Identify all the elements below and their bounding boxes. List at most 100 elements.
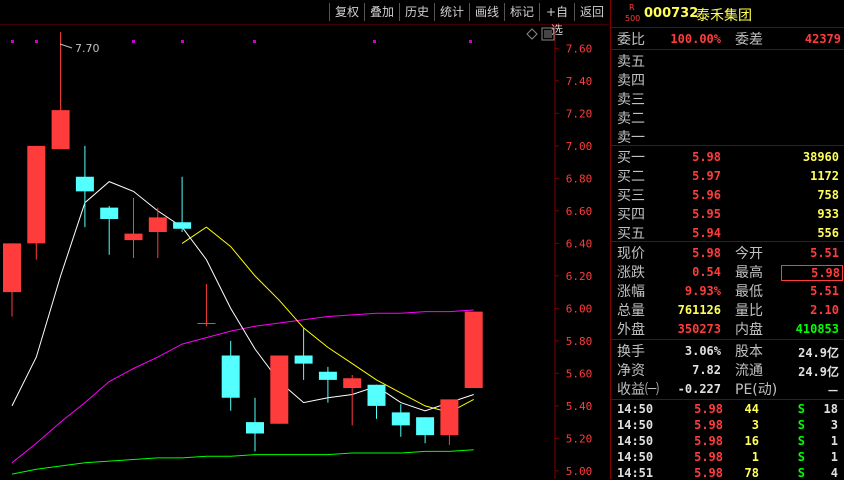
tick-time: 14:50: [617, 450, 654, 464]
quote-value: 9.93%: [684, 284, 721, 298]
y-tick-label: 6.40: [566, 237, 593, 250]
fund-value: 7.82: [692, 363, 721, 377]
tick-count: 4: [830, 466, 838, 480]
badge-bottom: 500: [625, 14, 641, 23]
tick-volume: 44: [744, 402, 759, 416]
bid-label: 买四: [617, 207, 645, 223]
tick-count: 1: [830, 450, 838, 464]
y-tick-label: 7.00: [566, 140, 593, 153]
candle: [3, 243, 21, 317]
annotation-leader: [59, 43, 73, 49]
y-tick-label: 5.80: [566, 335, 593, 348]
tick-count: 18: [823, 402, 838, 416]
fund-label: 换手: [617, 344, 645, 360]
fund-value: －: [826, 384, 839, 398]
y-tick-label: 7.60: [566, 42, 593, 55]
quote-label: 最高: [735, 265, 763, 281]
y-tick-label: 6.60: [566, 205, 593, 218]
bid-label: 买一: [617, 150, 645, 166]
marker-dot: [373, 40, 376, 43]
candle: [51, 32, 70, 150]
bid-label: 买三: [617, 188, 645, 204]
stock-code: 000732: [644, 6, 699, 21]
tick-price: 5.98: [694, 402, 723, 416]
ask-label: 卖一: [617, 130, 645, 146]
candle: [100, 206, 119, 255]
diamond-icon[interactable]: [526, 28, 538, 40]
quote-value: 2.10: [810, 303, 839, 317]
candlestick-chart[interactable]: 7.60 7.40 7.20 7.00 6.80 6.60 6.40 6.20 6.00 5.80…: [0, 24, 609, 479]
fund-label: 净资: [617, 363, 645, 379]
ask-label: 卖四: [617, 73, 645, 89]
candle: [221, 340, 240, 411]
quote-value: 5.51: [810, 284, 839, 298]
tick-volume: 78: [744, 466, 759, 480]
quote-panel: R 500 000732 泰禾集团 委比 100.00% 委差 42379 卖五…: [610, 0, 844, 480]
bid-price: 5.96: [692, 188, 721, 202]
tick-count: 3: [830, 418, 838, 432]
maximize-inner: [544, 30, 552, 38]
y-tick-label: 6.80: [566, 172, 593, 185]
order-diff-label: 委差: [735, 32, 763, 48]
ma5-line: [11, 181, 474, 412]
moving-averages: [11, 181, 474, 475]
candle: [294, 327, 313, 380]
overlay-button[interactable]: 叠加: [364, 3, 399, 21]
fund-value: 24.9亿: [798, 365, 839, 379]
quote-label: 量比: [735, 303, 763, 319]
back-button[interactable]: 返回: [574, 3, 609, 21]
mark-button[interactable]: 标记: [504, 3, 539, 21]
tick-time: 14:51: [617, 466, 654, 480]
quote-value: 410853: [795, 322, 839, 336]
y-tick-label: 6.20: [566, 270, 593, 283]
fund-label: 股本: [735, 344, 763, 360]
tick-volume: 16: [744, 434, 759, 448]
tick-count: 1: [830, 434, 838, 448]
marker-dot: [132, 40, 135, 43]
stock-header: R 500 000732 泰禾集团: [611, 0, 844, 28]
candle: [197, 284, 216, 327]
tick-time: 14:50: [617, 434, 654, 448]
y-tick-label: 7.40: [566, 75, 593, 88]
quote-label: 现价: [617, 246, 645, 262]
quote-value: 350273: [677, 322, 721, 336]
tick-time: 14:50: [617, 418, 654, 432]
fund-value: -0.227: [677, 382, 721, 396]
candle: [246, 397, 264, 452]
tick-side: S: [797, 434, 805, 448]
tick-price: 5.98: [694, 418, 723, 432]
y-axis: 7.60 7.40 7.20 7.00 6.80 6.60 6.40 6.20 6.00 5.80…: [555, 42, 592, 478]
tick-volume: 1: [751, 450, 759, 464]
tick-price: 5.98: [694, 434, 723, 448]
bid-label: 买二: [617, 169, 645, 185]
bid-volume: 38960: [802, 150, 839, 164]
restore-rights-button[interactable]: 复权: [329, 3, 364, 21]
bid-price: 5.97: [692, 169, 721, 183]
statistics-button[interactable]: 统计: [434, 3, 469, 21]
ask-label: 卖五: [617, 54, 645, 70]
bid-price: 5.98: [692, 150, 721, 164]
fund-value: 24.9亿: [798, 346, 839, 360]
candle: [173, 176, 192, 232]
bid-volume: 758: [817, 188, 839, 202]
ask-label: 卖三: [617, 92, 645, 108]
chart-toolbar: 复权 叠加 历史 统计 画线 标记 +自选 返回: [0, 0, 609, 37]
marker-dot: [11, 40, 14, 43]
fund-label: PE(动): [735, 382, 778, 398]
bid-volume: 1172: [810, 169, 839, 183]
badge-top: R: [629, 3, 635, 12]
draw-line-button[interactable]: 画线: [469, 3, 504, 21]
bid-price: 5.95: [692, 207, 721, 221]
add-favorite-button[interactable]: +自选: [539, 3, 574, 37]
bid-label: 买五: [617, 226, 645, 242]
order-ratio-value: 100.00%: [670, 32, 721, 46]
tick-volume: 3: [751, 418, 759, 432]
history-button[interactable]: 历史: [399, 3, 434, 21]
marker-dot: [181, 40, 184, 43]
y-tick-label: 5.00: [566, 465, 593, 478]
tick-price: 5.98: [694, 466, 723, 480]
tick-side: S: [797, 418, 805, 432]
candle: [367, 384, 386, 419]
marker-dot: [253, 40, 256, 43]
quote-value: 0.54: [692, 265, 721, 279]
